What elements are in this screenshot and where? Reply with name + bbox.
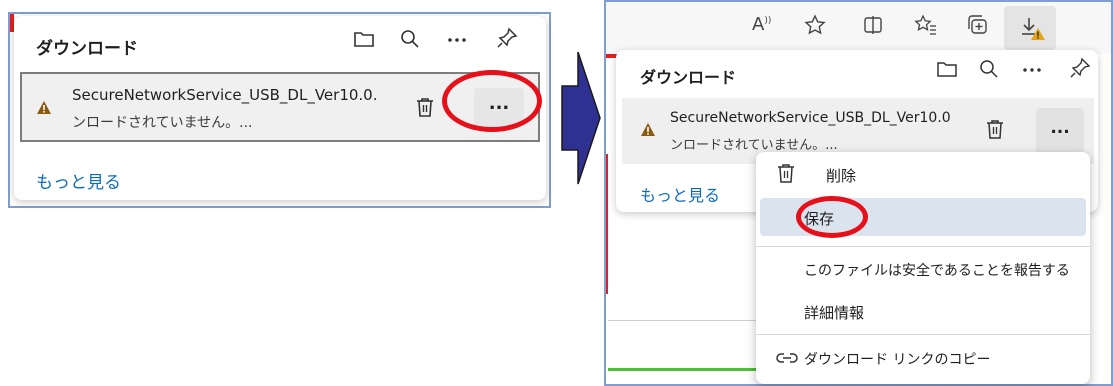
collections-icon[interactable] [966, 14, 990, 36]
download-file-name-right: SecureNetworkService_USB_DL_Ver10.0 [670, 110, 951, 126]
read-aloud-sup: )) [764, 16, 772, 26]
folder-icon[interactable] [936, 58, 958, 80]
link-icon [776, 350, 798, 366]
search-icon[interactable] [398, 28, 422, 52]
highlight-ring-save [796, 196, 868, 238]
trash-icon[interactable] [984, 118, 1006, 142]
menu-label-details: 詳細情報 [804, 304, 865, 322]
download-status-text: ンロードされていません。... [72, 115, 253, 131]
page-edge-accent [606, 154, 608, 294]
read-aloud-icon[interactable]: A)) [752, 14, 771, 35]
more-options-icon[interactable] [1020, 58, 1044, 80]
menu-label-delete: 削除 [826, 167, 857, 185]
downloads-title: ダウンロード [36, 39, 138, 59]
menu-label-report-safe: このファイルは安全であることを報告する [804, 263, 1070, 279]
download-icon [1022, 18, 1045, 40]
trash-icon[interactable] [414, 96, 436, 120]
page-divider [608, 320, 758, 321]
menu-item-report-safe[interactable]: このファイルは安全であることを報告する [756, 248, 1090, 288]
folder-icon[interactable] [352, 28, 376, 52]
menu-separator [756, 334, 1090, 335]
favorite-star-icon[interactable] [804, 14, 826, 36]
search-icon[interactable] [978, 58, 1000, 80]
pin-icon[interactable] [1068, 56, 1092, 80]
pin-icon[interactable] [494, 26, 520, 52]
see-more-link-right[interactable]: もっと見る [640, 182, 720, 206]
favorites-icon[interactable] [914, 14, 938, 36]
download-context-menu: 削除 保存 このファイルは安全であることを報告する 詳細情報 ダウンロード リン… [756, 152, 1090, 384]
warning-icon [640, 122, 656, 138]
split-screen-icon[interactable] [862, 14, 884, 36]
right-arrow [560, 50, 602, 190]
highlight-ring-more-button [442, 70, 542, 132]
see-more-link[interactable]: もっと見る [36, 168, 121, 193]
warning-icon [36, 100, 52, 116]
page-green-line [608, 368, 758, 371]
trash-icon [776, 162, 796, 184]
downloads-title-right: ダウンロード [640, 68, 737, 87]
menu-item-copy-link[interactable]: ダウンロード リンクのコピー [756, 338, 1090, 378]
download-file-name: SecureNetworkService_USB_DL_Ver10.0. [72, 86, 378, 104]
more-actions-button-right[interactable]: ... [1036, 108, 1084, 154]
download-status-text-right: ンロードされていません。... [670, 138, 838, 153]
menu-label-copy-link: ダウンロード リンクのコピー [804, 352, 991, 368]
download-toolbar-button[interactable] [1004, 6, 1056, 50]
more-options-icon[interactable] [444, 28, 470, 52]
read-aloud-label: A [752, 14, 765, 35]
menu-item-delete[interactable]: 削除 [756, 152, 1090, 194]
menu-separator [756, 246, 1090, 247]
menu-item-details[interactable]: 詳細情報 [756, 290, 1090, 330]
